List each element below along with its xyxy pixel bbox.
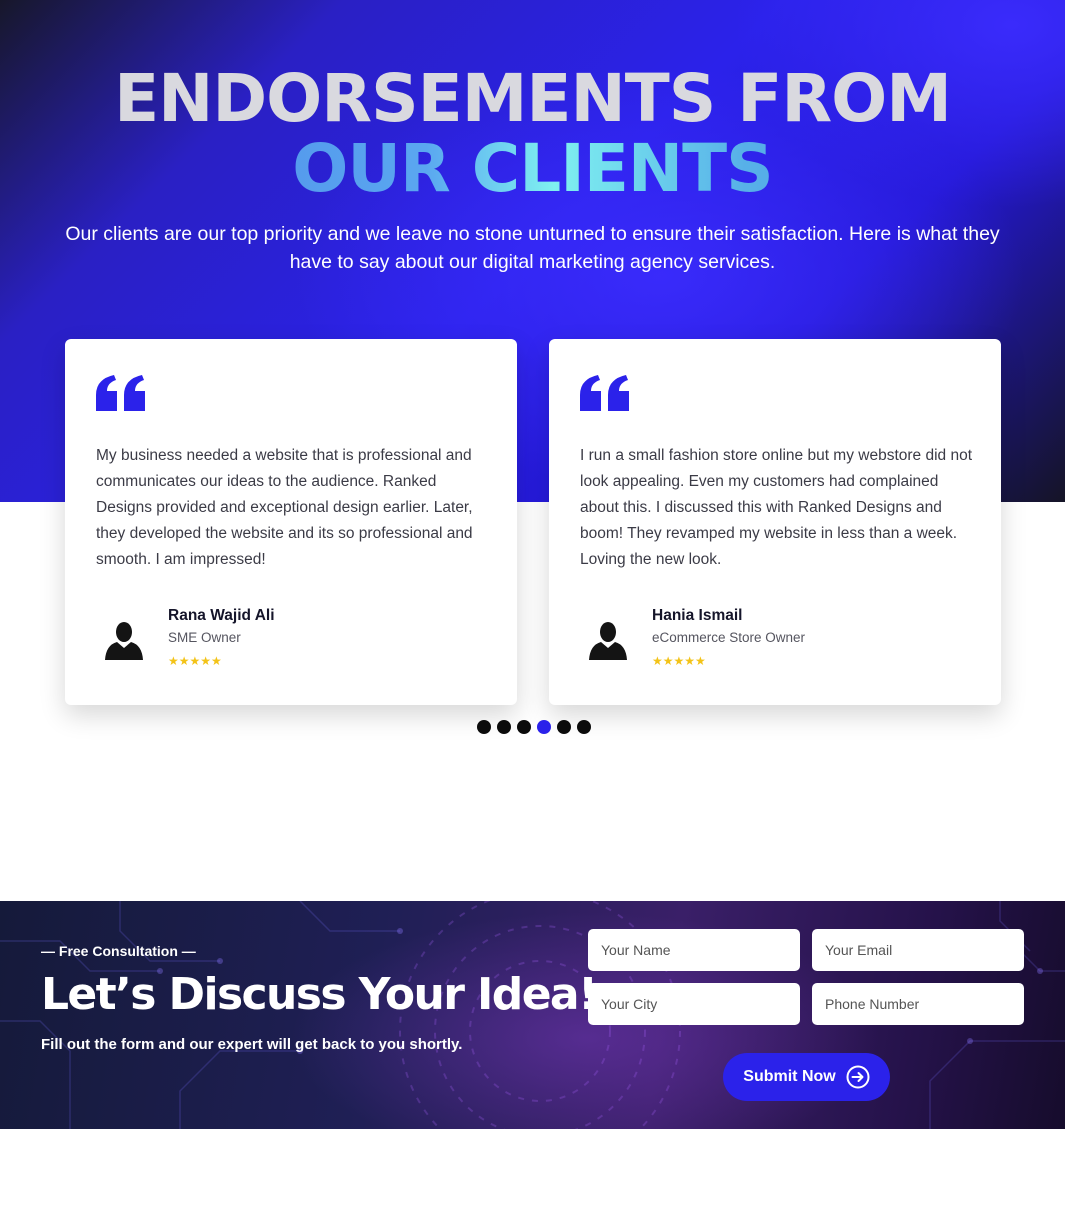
star-rating: ★★★★★ (652, 654, 706, 668)
consultation-section: — Free Consultation — Let’s Discuss Your… (0, 901, 1065, 1129)
avatar-icon (105, 622, 143, 660)
consultation-subtitle: Fill out the form and our expert will ge… (41, 1036, 463, 1053)
carousel-dot[interactable] (497, 720, 511, 734)
email-field[interactable] (812, 929, 1024, 971)
carousel-pagination (477, 720, 591, 734)
quote-icon (580, 375, 629, 411)
name-field[interactable] (588, 929, 800, 971)
carousel-dot[interactable] (517, 720, 531, 734)
carousel-dot[interactable] (477, 720, 491, 734)
submit-button[interactable]: Submit Now (723, 1053, 890, 1101)
testimonial-card: I run a small fashion store online but m… (549, 339, 1001, 705)
city-field[interactable] (588, 983, 800, 1025)
carousel-dot[interactable] (557, 720, 571, 734)
avatar-icon (589, 622, 627, 660)
author-name: Hania Ismail (652, 607, 743, 624)
star-rating: ★★★★★ (168, 654, 222, 668)
carousel-dot[interactable] (577, 720, 591, 734)
testimonial-text: I run a small fashion store online but m… (580, 447, 973, 568)
consultation-title: Let’s Discuss Your Idea! (41, 969, 598, 1020)
author-role: SME Owner (168, 630, 241, 645)
author-name: Rana Wajid Ali (168, 607, 275, 624)
phone-field[interactable] (812, 983, 1024, 1025)
hero-subtitle: Our clients are our top priority and we … (65, 223, 1000, 273)
arrow-right-circle-icon (846, 1065, 870, 1089)
consultation-eyebrow: — Free Consultation — (41, 943, 196, 959)
testimonial-card: My business needed a website that is pro… (65, 339, 517, 705)
quote-icon (96, 375, 145, 411)
submit-label: Submit Now (743, 1068, 836, 1085)
hero-title-line1: ENDORSEMENTS FROM (114, 60, 952, 137)
testimonial-text: My business needed a website that is pro… (96, 447, 473, 568)
hero-title-line2: OUR CLIENTS (0, 134, 1065, 204)
carousel-dot[interactable] (537, 720, 551, 734)
author-role: eCommerce Store Owner (652, 630, 806, 645)
